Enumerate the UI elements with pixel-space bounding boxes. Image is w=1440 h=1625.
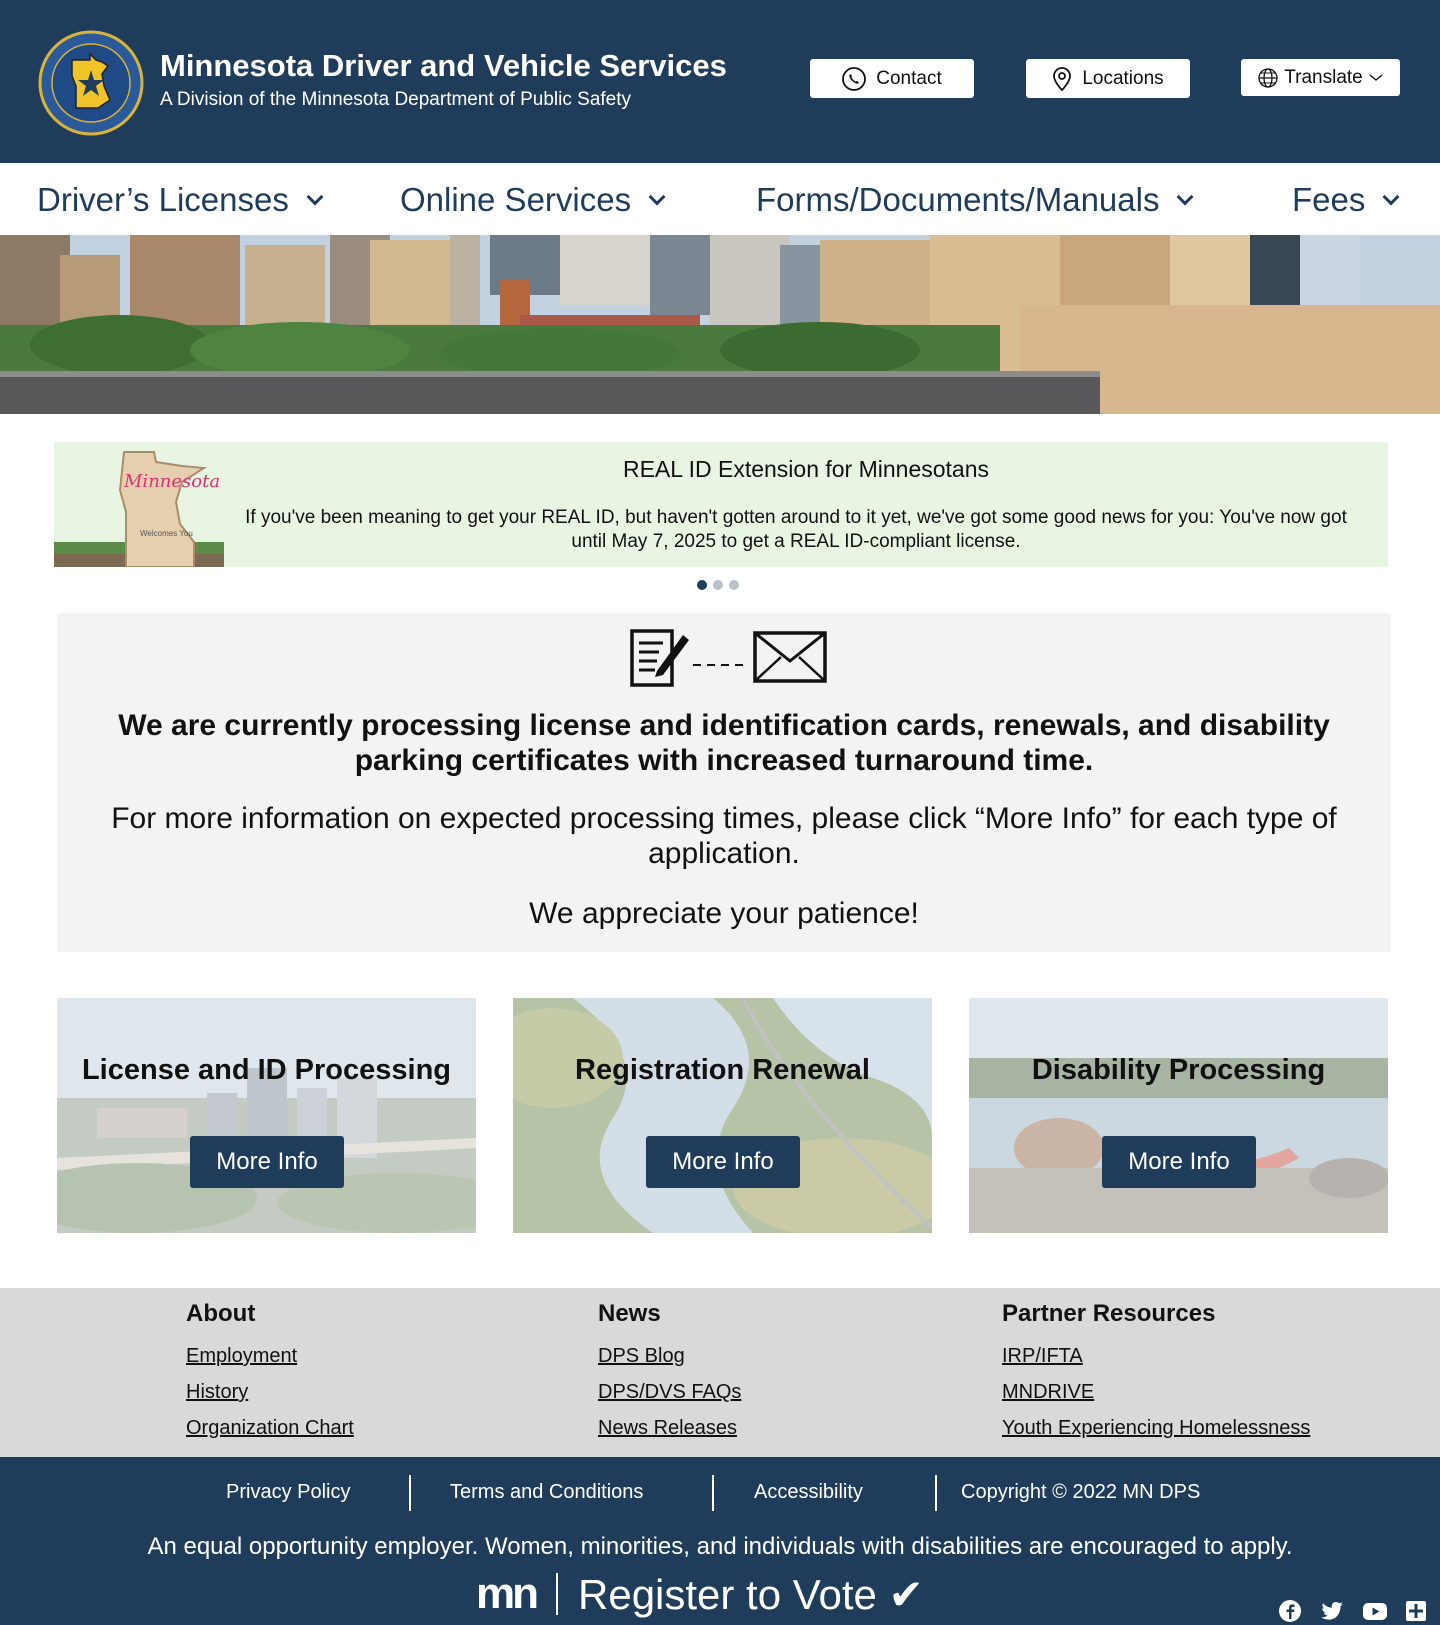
footer-link-mndrive[interactable]: MNDRIVE bbox=[1002, 1374, 1310, 1410]
globe-icon bbox=[1258, 67, 1278, 88]
social-links bbox=[1278, 1599, 1428, 1623]
chevron-down-icon bbox=[1369, 73, 1383, 83]
contact-label: Contact bbox=[876, 67, 942, 89]
card-title: License and ID Processing bbox=[81, 1054, 452, 1086]
minnesota-welcome-sign-image: Minnesota Welcomes You bbox=[54, 442, 224, 568]
carousel-indicators bbox=[697, 580, 739, 590]
card-title: Registration Renewal bbox=[575, 1054, 870, 1086]
nav-label: Online Services bbox=[400, 181, 632, 218]
divider bbox=[556, 1573, 558, 1615]
phone-icon bbox=[842, 66, 867, 91]
divider bbox=[935, 1475, 937, 1511]
accessibility-link[interactable]: Accessibility bbox=[754, 1481, 863, 1504]
real-id-banner[interactable]: Minnesota Welcomes You REAL ID Extension… bbox=[54, 442, 1388, 568]
footer-link-irp-ifta[interactable]: IRP/IFTA bbox=[1002, 1338, 1310, 1374]
nav-label: Forms/Documents/Manuals bbox=[756, 181, 1160, 218]
footer-heading: Partner Resources bbox=[1002, 1300, 1216, 1327]
map-pin-icon bbox=[1052, 66, 1072, 91]
registration-more-info-button[interactable]: More Info bbox=[646, 1136, 800, 1188]
footer-link-employment[interactable]: Employment bbox=[186, 1338, 354, 1374]
notice-body: For more information on expected process… bbox=[111, 802, 1337, 870]
nav-forms-documents-manuals[interactable]: Forms/Documents/Manuals bbox=[756, 181, 1194, 219]
form-to-mail-icon bbox=[629, 627, 829, 694]
banner-text: If you've been meaning to get your REAL … bbox=[245, 507, 1347, 552]
equal-opportunity-text: An equal opportunity employer. Women, mi… bbox=[147, 1533, 1293, 1560]
sign-subtext: Welcomes You bbox=[140, 529, 193, 538]
sign-text: Minnesota bbox=[123, 471, 220, 492]
nav-label: Driver’s Licenses bbox=[37, 181, 289, 218]
disability-more-info-button[interactable]: More Info bbox=[1102, 1136, 1256, 1188]
footer-link-history[interactable]: History bbox=[186, 1374, 354, 1410]
nav-label: Fees bbox=[1292, 181, 1366, 218]
site-subtitle: A Division of the Minnesota Department o… bbox=[160, 89, 632, 110]
footer-link-organization-chart[interactable]: Organization Chart bbox=[186, 1410, 354, 1446]
card-overlay bbox=[969, 998, 1388, 1233]
card-overlay bbox=[513, 998, 932, 1233]
footer-links: About Employment History Organization Ch… bbox=[0, 1288, 1440, 1457]
footer-heading: About bbox=[186, 1300, 256, 1327]
notice-closing: We appreciate your patience! bbox=[529, 897, 919, 930]
nav-online-services[interactable]: Online Services bbox=[400, 181, 666, 219]
locations-button[interactable]: Locations bbox=[1026, 59, 1190, 98]
divider bbox=[712, 1475, 714, 1511]
youtube-icon[interactable] bbox=[1362, 1599, 1387, 1623]
divider bbox=[409, 1475, 411, 1511]
banner-title: REAL ID Extension for Minnesotans bbox=[622, 456, 990, 482]
nav-drivers-licenses[interactable]: Driver’s Licenses bbox=[37, 181, 324, 219]
footer-link-dps-blog[interactable]: DPS Blog bbox=[598, 1338, 741, 1374]
site-title[interactable]: Minnesota Driver and Vehicle Services bbox=[160, 48, 727, 84]
card-title: Disability Processing bbox=[1031, 1054, 1326, 1086]
plus-icon[interactable] bbox=[1404, 1599, 1428, 1623]
locations-label: Locations bbox=[1082, 67, 1164, 89]
footer-link-youth-homelessness[interactable]: Youth Experiencing Homelessness bbox=[1002, 1410, 1310, 1446]
copyright-text: Copyright © 2022 MN DPS bbox=[961, 1481, 1201, 1503]
footer-link-faqs[interactable]: DPS/DVS FAQs bbox=[598, 1374, 741, 1410]
processing-notice: We are currently processing license and … bbox=[57, 613, 1391, 952]
license-more-info-button[interactable]: More Info bbox=[190, 1136, 344, 1188]
dps-seal-logo[interactable] bbox=[38, 30, 144, 136]
site-header: Minnesota Driver and Vehicle Services A … bbox=[0, 0, 1440, 163]
carousel-dot-2[interactable] bbox=[713, 580, 723, 590]
license-id-processing-card: License and ID Processing More Info bbox=[57, 998, 476, 1233]
translate-label: Translate bbox=[1284, 66, 1363, 88]
legal-links: Privacy Policy Terms and Conditions Acce… bbox=[0, 1475, 1440, 1511]
chevron-down-icon bbox=[306, 188, 324, 206]
registration-renewal-card: Registration Renewal More Info bbox=[513, 998, 932, 1233]
chevron-down-icon bbox=[1382, 188, 1400, 206]
terms-link[interactable]: Terms and Conditions bbox=[450, 1481, 643, 1504]
footer-link-news-releases[interactable]: News Releases bbox=[598, 1410, 741, 1446]
notice-heading: We are currently processing license and … bbox=[118, 709, 1330, 777]
carousel-dot-1[interactable] bbox=[697, 580, 707, 590]
footer-heading: News bbox=[598, 1300, 661, 1327]
carousel-dot-3[interactable] bbox=[729, 580, 739, 590]
contact-button[interactable]: Contact bbox=[810, 59, 974, 98]
bottom-bar: Privacy Policy Terms and Conditions Acce… bbox=[0, 1457, 1440, 1625]
card-overlay bbox=[57, 998, 476, 1233]
privacy-policy-link[interactable]: Privacy Policy bbox=[226, 1481, 350, 1504]
register-to-vote-label: Register to Vote ✔ bbox=[578, 1570, 924, 1618]
nav-fees[interactable]: Fees bbox=[1292, 181, 1400, 219]
twitter-icon[interactable] bbox=[1320, 1599, 1344, 1623]
footer-column-about: About Employment History Organization Ch… bbox=[186, 1300, 354, 1446]
chevron-down-icon bbox=[648, 188, 666, 206]
translate-dropdown[interactable]: Translate bbox=[1241, 59, 1400, 96]
facebook-icon[interactable] bbox=[1278, 1599, 1302, 1623]
disability-processing-card: Disability Processing More Info bbox=[969, 998, 1388, 1233]
footer-column-news: News DPS Blog DPS/DVS FAQs News Releases bbox=[598, 1300, 741, 1446]
chevron-down-icon bbox=[1176, 188, 1194, 206]
hero-skyline-image bbox=[0, 235, 1440, 414]
mn-logo: mn bbox=[476, 1569, 539, 1618]
footer-column-partner-resources: Partner Resources IRP/IFTA MNDRIVE Youth… bbox=[1002, 1300, 1310, 1446]
register-to-vote-link[interactable]: mn Register to Vote ✔ bbox=[476, 1569, 924, 1619]
main-nav: Driver’s Licenses Online Services Forms/… bbox=[0, 163, 1440, 235]
